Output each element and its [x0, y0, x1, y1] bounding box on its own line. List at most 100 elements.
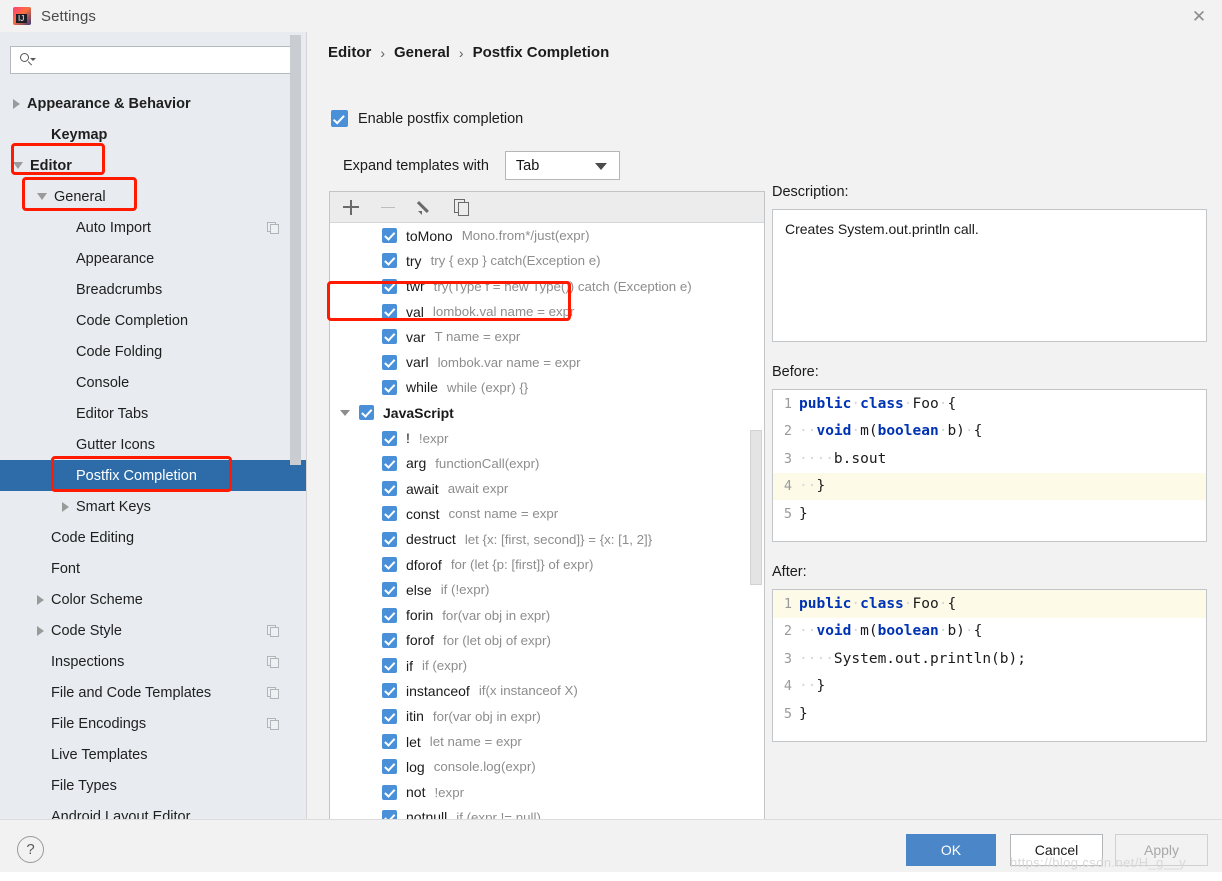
- template-checkbox[interactable]: [382, 632, 397, 648]
- template-checkbox[interactable]: [382, 557, 397, 572]
- sidebar-item-file-types[interactable]: File Types: [0, 770, 306, 801]
- template-row[interactable]: await await expr: [330, 476, 764, 501]
- template-checkbox[interactable]: [382, 329, 397, 345]
- template-row[interactable]: arg functionCall(expr): [330, 451, 764, 476]
- sidebar-item-file-encodings[interactable]: File Encodings: [0, 708, 306, 739]
- chevron-right-icon[interactable]: [62, 501, 69, 512]
- chevron-right-icon[interactable]: [37, 594, 44, 605]
- template-row[interactable]: not !expr: [330, 780, 764, 805]
- sidebar-item-code-folding[interactable]: Code Folding: [0, 336, 306, 367]
- template-group-row[interactable]: JavaScript: [330, 400, 764, 425]
- sidebar-item-general[interactable]: General: [0, 181, 306, 212]
- template-checkbox[interactable]: [382, 582, 397, 598]
- chevron-right-icon[interactable]: [13, 98, 20, 109]
- intellij-logo-icon: IJ: [13, 7, 31, 25]
- add-template-button[interactable]: [342, 198, 361, 217]
- search-input[interactable]: [35, 47, 294, 73]
- templates-list[interactable]: toMono Mono.from*/just(expr) try try { exp …: [330, 223, 764, 830]
- logo-letters: IJ: [18, 13, 25, 23]
- template-checkbox[interactable]: [382, 228, 397, 244]
- enable-postfix-checkbox[interactable]: [331, 110, 348, 127]
- sidebar-item-console[interactable]: Console: [0, 367, 306, 398]
- sidebar-item-appearance[interactable]: Appearance: [0, 243, 306, 274]
- template-checkbox[interactable]: [382, 304, 397, 320]
- chevron-right-icon[interactable]: [37, 625, 44, 636]
- template-checkbox[interactable]: [382, 683, 397, 699]
- template-row[interactable]: twr try(Type f = new Type()) catch (Excep…: [330, 274, 764, 299]
- sidebar-item-code-editing[interactable]: Code Editing: [0, 522, 306, 553]
- expand-templates-select[interactable]: Tab: [504, 151, 620, 180]
- sidebar-item-file-and-code-templates[interactable]: File and Code Templates: [0, 677, 306, 708]
- sidebar-item-inspections[interactable]: Inspections: [0, 646, 306, 677]
- template-row[interactable]: try try { exp } catch(Exception e): [330, 248, 764, 273]
- template-checkbox[interactable]: [382, 759, 397, 775]
- remove-template-button[interactable]: [379, 198, 398, 217]
- sidebar-scrollbar[interactable]: [290, 35, 301, 465]
- template-row[interactable]: var T name = expr: [330, 324, 764, 349]
- sidebar-item-editor-tabs[interactable]: Editor Tabs: [0, 398, 306, 429]
- template-row[interactable]: itin for(var obj in expr): [330, 704, 764, 729]
- template-row[interactable]: varl lombok.var name = expr: [330, 349, 764, 374]
- template-row[interactable]: forin for(var obj in expr): [330, 602, 764, 627]
- template-row[interactable]: ! !expr: [330, 425, 764, 450]
- template-checkbox[interactable]: [382, 734, 397, 750]
- template-row[interactable]: const const name = expr: [330, 501, 764, 526]
- settings-tree[interactable]: Appearance & Behavior Keymap Editor General…: [0, 88, 306, 848]
- template-row[interactable]: val lombok.val name = expr: [330, 299, 764, 324]
- sidebar-item-color-scheme[interactable]: Color Scheme: [0, 584, 306, 615]
- search-box[interactable]: [10, 46, 295, 74]
- edit-template-button[interactable]: [416, 198, 435, 217]
- template-row[interactable]: if if (expr): [330, 653, 764, 678]
- sidebar-item-appearance-behavior[interactable]: Appearance & Behavior: [0, 88, 306, 119]
- template-checkbox[interactable]: [382, 658, 397, 674]
- template-row[interactable]: dforof for (let {p: [first]} of expr): [330, 552, 764, 577]
- sidebar-item-breadcrumbs[interactable]: Breadcrumbs: [0, 274, 306, 305]
- sidebar-item-gutter-icons[interactable]: Gutter Icons: [0, 429, 306, 460]
- duplicate-template-button[interactable]: [453, 198, 472, 217]
- chevron-down-icon[interactable]: [37, 193, 47, 200]
- sidebar-item-smart-keys[interactable]: Smart Keys: [0, 491, 306, 522]
- template-checkbox[interactable]: [382, 531, 397, 547]
- template-row[interactable]: destruct let {x: [first, second]} = {x: […: [330, 527, 764, 552]
- sidebar-item-live-templates[interactable]: Live Templates: [0, 739, 306, 770]
- template-row[interactable]: while while (expr) {}: [330, 375, 764, 400]
- template-checkbox[interactable]: [382, 506, 397, 522]
- chevron-down-icon[interactable]: [13, 162, 23, 169]
- template-row[interactable]: log console.log(expr): [330, 754, 764, 779]
- template-row[interactable]: toMono Mono.from*/just(expr): [330, 223, 764, 248]
- title-bar: IJ Settings ✕: [0, 0, 1222, 32]
- sidebar-item-auto-import[interactable]: Auto Import: [0, 212, 306, 243]
- breadcrumb-item-1[interactable]: General: [394, 44, 450, 61]
- template-checkbox[interactable]: [359, 405, 374, 421]
- template-description: try { exp } catch(Exception e): [430, 253, 601, 269]
- template-checkbox[interactable]: [382, 379, 397, 395]
- template-row[interactable]: else if (!expr): [330, 577, 764, 602]
- ok-button[interactable]: OK: [906, 834, 996, 866]
- sidebar-item-keymap[interactable]: Keymap: [0, 119, 306, 150]
- sidebar-item-code-completion[interactable]: Code Completion: [0, 305, 306, 336]
- template-checkbox[interactable]: [382, 455, 397, 471]
- chevron-down-icon[interactable]: [340, 409, 350, 416]
- sidebar-item-postfix-completion[interactable]: Postfix Completion: [0, 460, 306, 491]
- sidebar-item-editor[interactable]: Editor: [0, 150, 306, 181]
- template-checkbox[interactable]: [382, 607, 397, 623]
- code-line: 1 public·class·Foo·{: [773, 590, 1206, 618]
- template-checkbox[interactable]: [382, 708, 397, 724]
- sidebar-item-code-style[interactable]: Code Style: [0, 615, 306, 646]
- template-checkbox[interactable]: [382, 481, 397, 497]
- sidebar-item-font[interactable]: Font: [0, 553, 306, 584]
- template-checkbox[interactable]: [382, 253, 397, 269]
- template-description: lombok.val name = expr: [432, 304, 575, 320]
- enable-postfix-row[interactable]: Enable postfix completion: [331, 110, 523, 127]
- template-checkbox[interactable]: [382, 430, 397, 446]
- template-checkbox[interactable]: [382, 278, 397, 294]
- template-checkbox[interactable]: [382, 354, 397, 370]
- template-row[interactable]: forof for (let obj of expr): [330, 628, 764, 653]
- template-row[interactable]: instanceof if(x instanceof X): [330, 678, 764, 703]
- breadcrumb-item-0[interactable]: Editor: [328, 44, 371, 61]
- template-row[interactable]: let let name = expr: [330, 729, 764, 754]
- templates-scrollbar[interactable]: [750, 430, 762, 585]
- template-checkbox[interactable]: [382, 784, 397, 800]
- close-icon[interactable]: ✕: [1176, 0, 1222, 32]
- help-button[interactable]: ?: [17, 836, 44, 863]
